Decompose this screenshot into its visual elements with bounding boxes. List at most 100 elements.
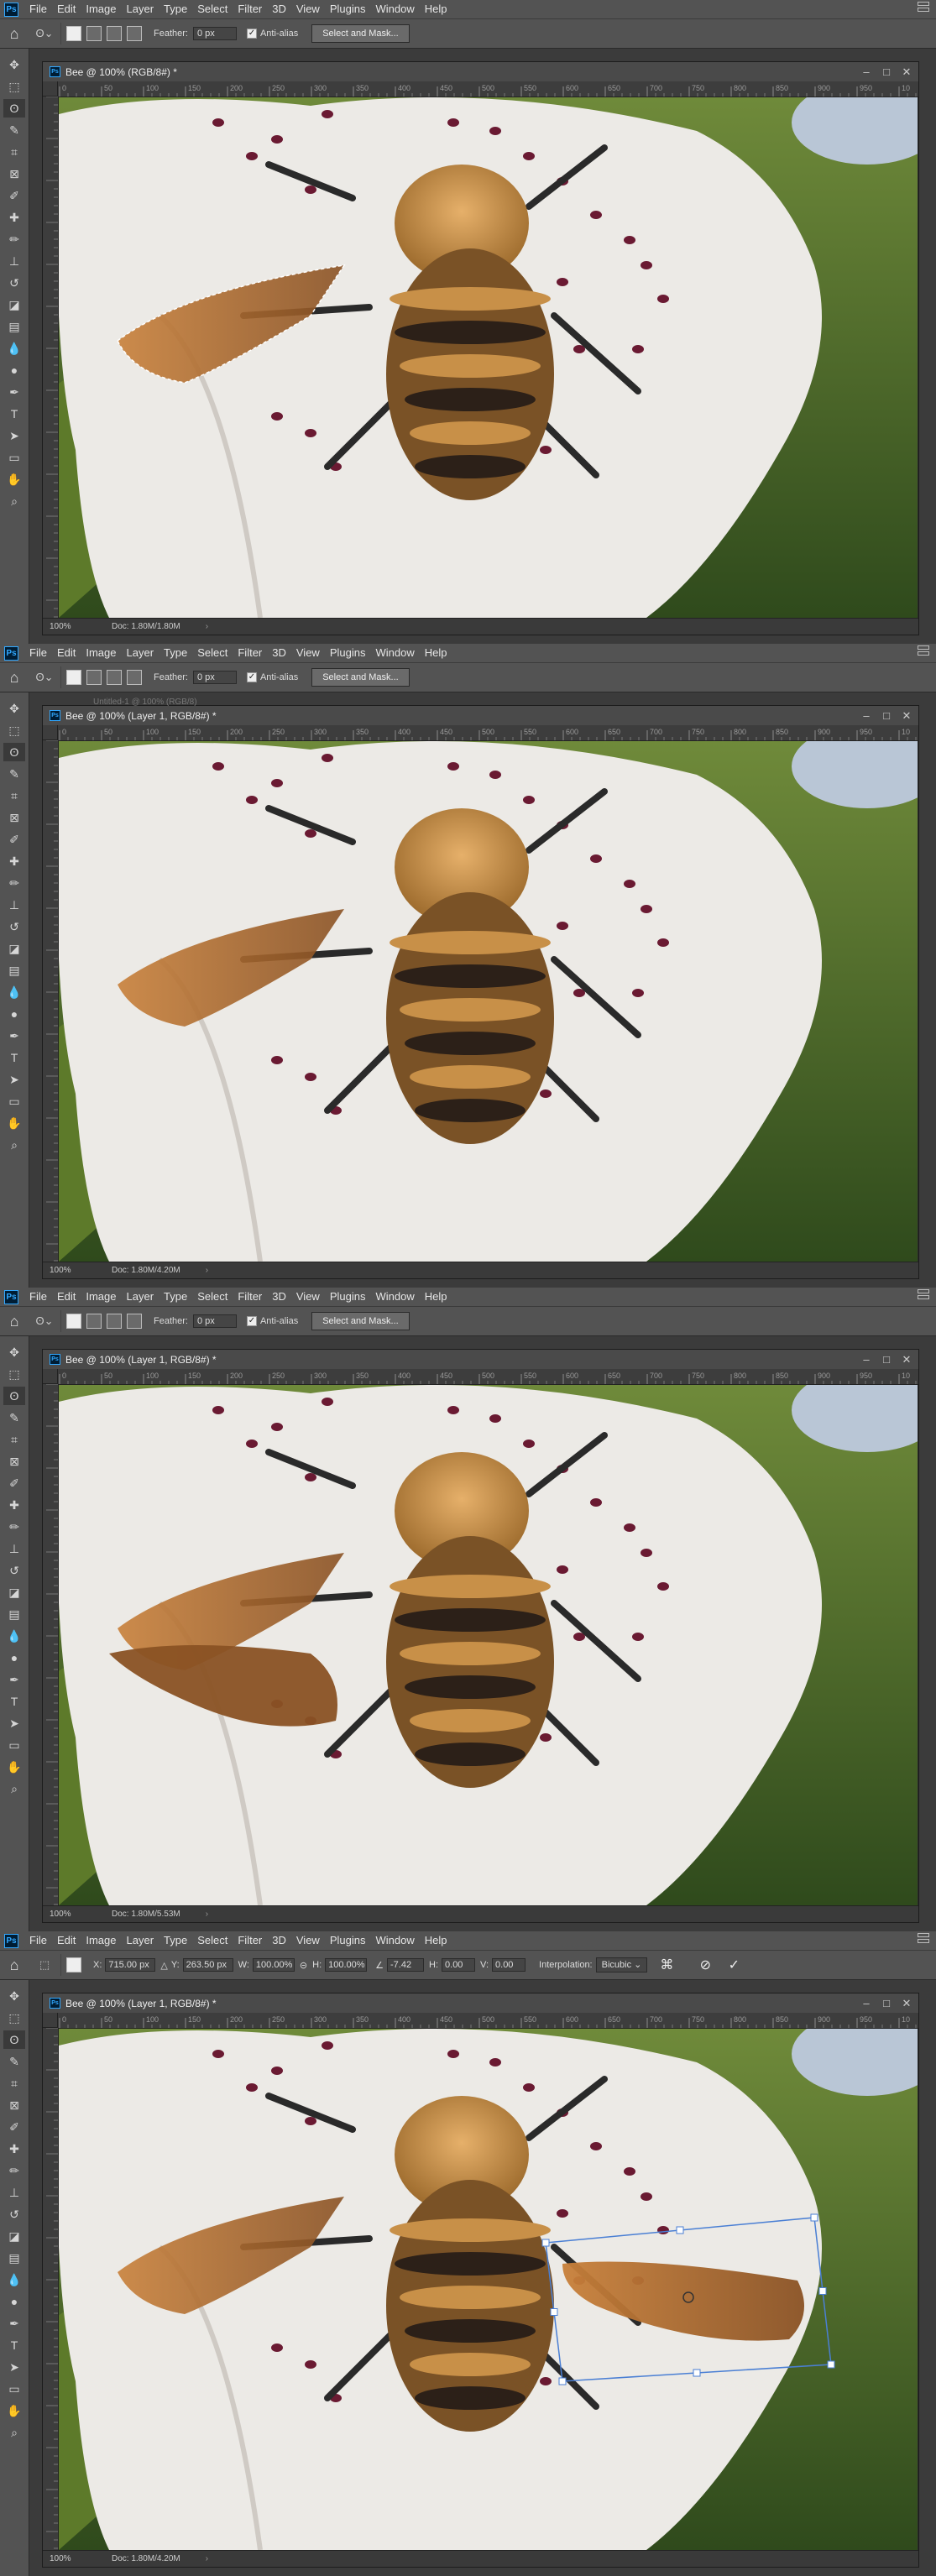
intersect-selection-icon[interactable] [127, 26, 142, 41]
brush-tool-icon[interactable]: ✏ [3, 230, 25, 248]
menu-select[interactable]: Select [192, 644, 233, 662]
hand-tool-icon[interactable]: ✋ [3, 1114, 25, 1132]
quick-select-tool-icon[interactable]: ✎ [3, 2052, 25, 2071]
canvas[interactable] [59, 1385, 918, 1905]
eraser-tool-icon[interactable]: ◪ [3, 939, 25, 958]
blur-tool-icon[interactable]: 💧 [3, 2270, 25, 2289]
antialias-checkbox[interactable]: ✓ [246, 29, 257, 39]
eyedropper-tool-icon[interactable]: ✐ [3, 2118, 25, 2136]
menu-select[interactable]: Select [192, 1288, 233, 1306]
canvas[interactable] [59, 2029, 918, 2550]
intersect-selection-icon[interactable] [127, 670, 142, 685]
minimize-icon[interactable]: – [856, 1350, 876, 1369]
menu-file[interactable]: File [24, 1931, 52, 1950]
status-arrow-icon[interactable]: › [206, 1266, 208, 1275]
select-and-mask-button[interactable]: Select and Mask... [311, 1312, 410, 1330]
dodge-tool-icon[interactable]: ● [3, 2292, 25, 2311]
minimize-icon[interactable]: – [856, 1993, 876, 2013]
home-icon[interactable]: ⌂ [0, 1951, 29, 1979]
lasso-tool-icon[interactable]: ʘ [3, 2030, 25, 2049]
horizontal-ruler[interactable]: 0 50 100 150 200 250 300 350 400 450 500 550 600 650 7… [58, 2013, 918, 2029]
gradient-tool-icon[interactable]: ▤ [3, 961, 25, 980]
pen-tool-icon[interactable]: ✒ [3, 1027, 25, 1045]
zoom-tool-icon[interactable]: ⌕ [3, 1779, 25, 1798]
path-select-tool-icon[interactable]: ➤ [3, 426, 25, 445]
menu-type[interactable]: Type [159, 644, 192, 662]
new-selection-icon[interactable] [66, 1314, 81, 1329]
menu-3d[interactable]: 3D [267, 1288, 291, 1306]
canvas[interactable] [59, 97, 918, 618]
clone-stamp-tool-icon[interactable]: ⊥ [3, 896, 25, 914]
add-selection-icon[interactable] [86, 1314, 102, 1329]
subtract-selection-icon[interactable] [107, 1314, 122, 1329]
quick-select-tool-icon[interactable]: ✎ [3, 121, 25, 139]
status-arrow-icon[interactable]: › [206, 2554, 208, 2563]
menu-help[interactable]: Help [420, 0, 452, 18]
menu-layer[interactable]: Layer [122, 0, 159, 18]
menu-file[interactable]: File [24, 644, 52, 662]
new-selection-icon[interactable] [66, 26, 81, 41]
antialias-checkbox[interactable]: ✓ [246, 672, 257, 682]
hand-tool-icon[interactable]: ✋ [3, 1758, 25, 1776]
status-arrow-icon[interactable]: › [206, 622, 208, 631]
menu-window[interactable]: Window [370, 1931, 419, 1950]
zoom-tool-icon[interactable]: ⌕ [3, 2423, 25, 2442]
menu-edit[interactable]: Edit [52, 1931, 81, 1950]
transform-preset-icon[interactable]: ⬚ [29, 1954, 61, 1976]
frame-tool-icon[interactable]: ⊠ [3, 2096, 25, 2114]
shape-tool-icon[interactable]: ▭ [3, 1092, 25, 1110]
home-icon[interactable]: ⌂ [0, 1307, 29, 1335]
dodge-tool-icon[interactable]: ● [3, 361, 25, 379]
pen-tool-icon[interactable]: ✒ [3, 383, 25, 401]
move-tool-icon[interactable]: ✥ [3, 1343, 25, 1361]
menu-view[interactable]: View [291, 644, 325, 662]
menu-image[interactable]: Image [81, 0, 121, 18]
cancel-transform-icon[interactable]: ⊘ [696, 1956, 714, 1974]
shape-tool-icon[interactable]: ▭ [3, 1736, 25, 1754]
move-tool-icon[interactable]: ✥ [3, 699, 25, 718]
select-and-mask-button[interactable]: Select and Mask... [311, 668, 410, 687]
add-selection-icon[interactable] [86, 670, 102, 685]
close-icon[interactable]: ✕ [897, 1993, 917, 2013]
healing-tool-icon[interactable]: ✚ [3, 1496, 25, 1514]
y-input[interactable]: 263.50 px [182, 1958, 233, 1972]
warp-icon[interactable]: ⌘ [657, 1956, 676, 1974]
menu-plugins[interactable]: Plugins [325, 1931, 371, 1950]
status-arrow-icon[interactable]: › [206, 1910, 208, 1919]
menu-filter[interactable]: Filter [233, 1931, 267, 1950]
menu-window[interactable]: Window [370, 644, 419, 662]
menu-layer[interactable]: Layer [122, 1288, 159, 1306]
quick-select-tool-icon[interactable]: ✎ [3, 765, 25, 783]
frame-tool-icon[interactable]: ⊠ [3, 808, 25, 827]
history-brush-tool-icon[interactable]: ↺ [3, 2205, 25, 2223]
menu-help[interactable]: Help [420, 1931, 452, 1950]
menu-plugins[interactable]: Plugins [325, 0, 371, 18]
vertical-ruler[interactable] [43, 1383, 59, 1905]
eraser-tool-icon[interactable]: ◪ [3, 1583, 25, 1602]
hand-tool-icon[interactable]: ✋ [3, 2401, 25, 2420]
eraser-tool-icon[interactable]: ◪ [3, 2227, 25, 2245]
menu-select[interactable]: Select [192, 0, 233, 18]
marquee-tool-icon[interactable]: ⬚ [3, 721, 25, 739]
maximize-icon[interactable]: □ [876, 62, 897, 81]
angle-input[interactable]: -7.42 [387, 1958, 425, 1972]
menu-layer[interactable]: Layer [122, 644, 159, 662]
crop-tool-icon[interactable]: ⌗ [3, 1430, 25, 1449]
minimize-icon[interactable]: – [856, 706, 876, 725]
menu-edit[interactable]: Edit [52, 644, 81, 662]
menu-image[interactable]: Image [81, 644, 121, 662]
document-tab[interactable]: Ps Bee @ 100% (Layer 1, RGB/8#) * Untitl… [43, 698, 918, 725]
document-tab[interactable]: Ps Bee @ 100% (RGB/8#) * – □ ✕ [43, 62, 918, 81]
healing-tool-icon[interactable]: ✚ [3, 208, 25, 227]
healing-tool-icon[interactable]: ✚ [3, 852, 25, 870]
menu-image[interactable]: Image [81, 1931, 121, 1950]
close-icon[interactable]: ✕ [897, 706, 917, 725]
lasso-tool-icon[interactable]: ʘ [3, 1387, 25, 1405]
select-and-mask-button[interactable]: Select and Mask... [311, 24, 410, 43]
history-brush-tool-icon[interactable]: ↺ [3, 917, 25, 936]
eyedropper-tool-icon[interactable]: ✐ [3, 1474, 25, 1492]
brush-tool-icon[interactable]: ✏ [3, 1518, 25, 1536]
window-controls[interactable] [918, 1288, 929, 1306]
path-select-tool-icon[interactable]: ➤ [3, 1714, 25, 1732]
menu-edit[interactable]: Edit [52, 0, 81, 18]
